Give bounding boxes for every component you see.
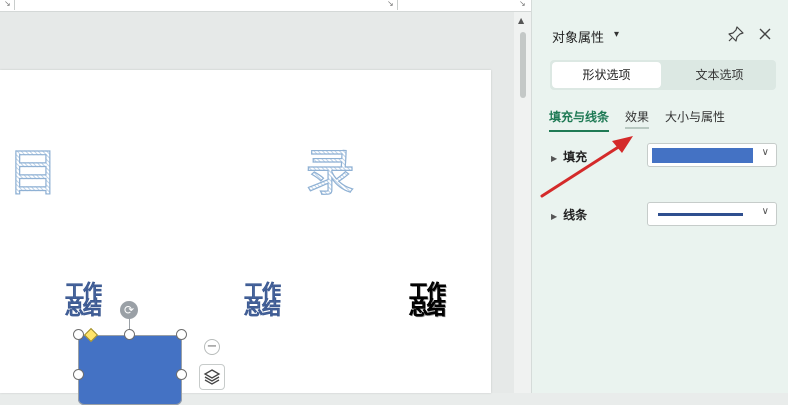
tab-size-and-properties[interactable]: 大小与属性	[665, 108, 725, 130]
resize-handle-top-left[interactable]	[73, 329, 84, 340]
resize-handle-top-right[interactable]	[176, 329, 187, 340]
tab-fill-and-line[interactable]: 填充与线条	[549, 108, 610, 132]
chevron-down-icon[interactable]: ▾	[614, 29, 619, 40]
fill-color-dropdown[interactable]: ∨	[647, 143, 777, 167]
ruler-divider	[14, 0, 15, 10]
tab-hover-underline	[625, 127, 649, 129]
line-style-swatch	[658, 213, 743, 216]
section-label: 线条	[563, 208, 588, 222]
collapse-minus-button[interactable]: −	[204, 339, 220, 355]
section-label: 填充	[563, 150, 588, 164]
ruler-corner-mark: ↘	[519, 0, 526, 8]
fill-color-swatch	[652, 148, 753, 163]
close-icon[interactable]	[756, 25, 774, 43]
tab-shape-options[interactable]: 形状选项	[552, 62, 661, 88]
object-properties-panel: 对象属性 ▾ 形状选项 文本选项 填充与线条 效果 大小与属性 ▶ 填充 ∨ ▶ 线…	[531, 0, 788, 393]
top-ruler-strip: ↘ ↘ ↘	[0, 0, 531, 12]
layer-options-button[interactable]	[199, 364, 225, 390]
section-fill-header[interactable]: ▶ 填充	[551, 148, 587, 165]
wordart-work-summary[interactable]: 工作 总结	[63, 282, 103, 319]
ruler-corner-mark: ↘	[387, 0, 394, 8]
scroll-thumb[interactable]	[520, 32, 526, 98]
resize-handle-right[interactable]	[176, 369, 187, 380]
ruler-divider	[397, 0, 398, 10]
panel-title[interactable]: 对象属性	[552, 27, 604, 46]
title-char-lu[interactable]: 录	[304, 147, 355, 198]
document-page[interactable]	[0, 70, 491, 393]
chevron-down-icon: ∨	[761, 206, 769, 217]
wordart-work-summary[interactable]: 工作 总结	[407, 282, 447, 319]
wordart-line: 总结	[408, 297, 447, 319]
wordart-line: 总结	[243, 297, 282, 319]
resize-handle-left[interactable]	[73, 369, 84, 380]
resize-handle-top[interactable]	[124, 329, 135, 340]
expand-arrow-icon: ▶	[551, 154, 558, 163]
selection-outline	[78, 335, 182, 405]
title-char-mu[interactable]: 目	[7, 147, 58, 198]
wordart-line: 总结	[64, 297, 103, 319]
option-segmented-control: 形状选项 文本选项	[550, 60, 776, 90]
ruler-corner-mark: ↘	[4, 0, 11, 8]
wordart-work-summary[interactable]: 工作 总结	[242, 282, 282, 319]
vertical-scrollbar[interactable]: ▲	[514, 12, 531, 393]
rotate-handle-icon[interactable]: ⟳	[120, 301, 138, 319]
pin-icon[interactable]	[727, 25, 745, 43]
expand-arrow-icon: ▶	[551, 212, 558, 221]
scroll-up-icon[interactable]: ▲	[518, 16, 524, 25]
layers-icon	[203, 369, 221, 385]
tab-text-options[interactable]: 文本选项	[665, 62, 774, 88]
section-line-header[interactable]: ▶ 线条	[551, 206, 587, 223]
chevron-down-icon: ∨	[761, 147, 769, 158]
line-style-dropdown[interactable]: ∨	[647, 202, 777, 226]
